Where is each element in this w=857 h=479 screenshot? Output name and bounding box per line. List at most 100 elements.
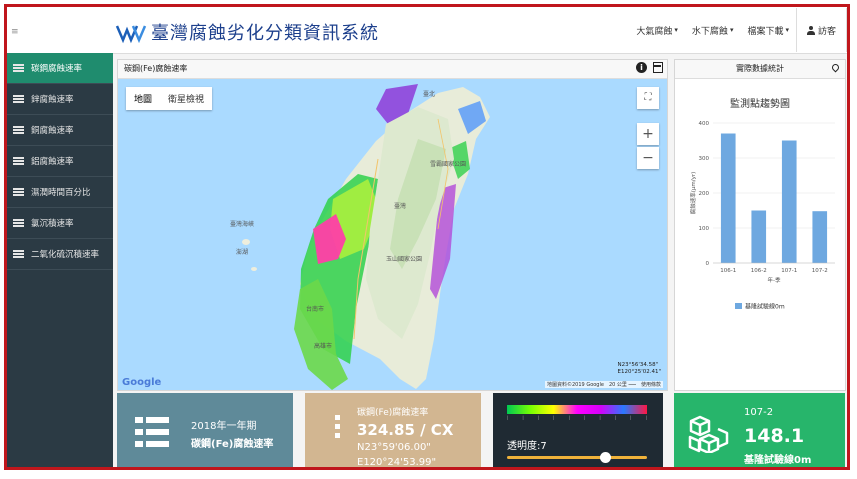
calendar-icon[interactable]	[653, 62, 663, 73]
y-axis-label: 腐蝕速率(μm/yr)	[689, 172, 697, 215]
list-icon	[13, 126, 24, 134]
place-label: 雪霸國家公園	[430, 161, 467, 168]
place-label: 玉山國家公園	[386, 256, 423, 263]
trend-chart: 監測點趨勢圖 0 100 200 300 400 腐蝕速率(μm/yr) 106-1 106-2…	[689, 97, 835, 311]
app-title: 臺灣腐蝕劣化分類資訊系統	[151, 23, 379, 44]
list-icon	[13, 219, 24, 227]
sidebar-item-label: 銅腐蝕速率	[31, 126, 74, 136]
color-scale-bar	[507, 405, 647, 414]
logo[interactable]: ≡ 臺灣腐蝕劣化分類資訊系統	[7, 7, 387, 53]
x-tick-label: 107-2	[812, 268, 828, 274]
y-tick-label: 400	[699, 121, 710, 127]
map-attribution[interactable]: 地圖資料©2019 Google 20 公里 ⎯⎯⎯ 使用條款	[545, 381, 663, 388]
slider-handle[interactable]	[599, 452, 611, 463]
station-name: 基隆試驗線0m	[744, 455, 812, 466]
sidebar-item-chloride[interactable]: 氯沉積速率	[7, 208, 113, 239]
place-label: 澎湖	[236, 249, 249, 256]
list-icon	[135, 417, 169, 447]
list-icon	[13, 157, 24, 165]
map-type-switch: 地圖 衛星檢視	[126, 87, 213, 110]
stats-panel-title: 實際數據統計	[736, 64, 784, 73]
nav-label: 檔案下載	[747, 26, 784, 37]
period-card: 2018年一年期 碳鋼(Fe)腐蝕速率	[117, 393, 293, 467]
map-view[interactable]: 臺北 雪霸國家公園 臺灣 玉山國家公園 台南市 高雄市 臺灣海峽 澎湖 地圖 衛…	[118, 79, 667, 390]
sidebar-item-carbon-steel[interactable]: 碳鋼腐蝕速率	[7, 53, 113, 84]
period-label: 2018年一年期	[191, 421, 257, 432]
place-label: 臺灣海峽	[230, 221, 255, 228]
map-type-map[interactable]: 地圖	[126, 87, 160, 110]
zoom-in-button[interactable]: +	[637, 123, 659, 145]
map-panel-title: 碳鋼(Fe)腐蝕速率	[124, 64, 188, 73]
island-small	[251, 267, 257, 271]
x-tick-label: 106-2	[751, 268, 767, 274]
stats-panel: 實際數據統計 監測點趨勢圖 0 100 200 300 400 腐蝕速率(μm/yr) 106…	[674, 59, 846, 391]
period-metric: 碳鋼(Fe)腐蝕速率	[191, 439, 274, 450]
station-card: 107-2 148.1 基隆試驗線0m	[674, 393, 845, 467]
sidebar-item-label: 鋁腐蝕速率	[31, 157, 74, 167]
value-lat: N23°59'06.00"	[357, 442, 431, 453]
logo-mark-icon	[115, 25, 147, 44]
user-icon	[806, 25, 815, 35]
x-tick-label: 106-1	[720, 268, 736, 274]
caret-down-icon: ▾	[674, 26, 678, 34]
value-number: 324.85 / CX	[357, 421, 454, 439]
menu-toggle-icon[interactable]: ≡	[11, 27, 19, 37]
value-label: 碳鋼(Fe)腐蝕速率	[357, 408, 429, 418]
place-label: 臺北	[423, 91, 436, 98]
top-header: ≡ 臺灣腐蝕劣化分類資訊系統 大氣腐蝕 ▾ 水下腐蝕 ▾ 檔案下載 ▾ 訪客	[7, 7, 847, 54]
cubes-icon	[688, 415, 729, 453]
info-icon[interactable]: i	[636, 62, 647, 73]
map-panel-header: 碳鋼(Fe)腐蝕速率 i	[118, 60, 667, 79]
sidebar-item-label: 氯沉積速率	[31, 219, 74, 229]
sidebar-item-copper[interactable]: 銅腐蝕速率	[7, 115, 113, 146]
sidebar-item-label: 濕潤時間百分比	[31, 188, 91, 198]
nav-underwater[interactable]: 水下腐蝕 ▾	[685, 7, 741, 53]
place-label: 台南市	[306, 306, 325, 313]
legend-label: 基隆試驗線0m	[745, 303, 785, 311]
sidebar: 碳鋼腐蝕速率 鋅腐蝕速率 銅腐蝕速率 鋁腐蝕速率 濕潤時間百分比 氯沉積速率 二…	[7, 53, 113, 467]
sidebar-item-wetness[interactable]: 濕潤時間百分比	[7, 177, 113, 208]
y-tick-label: 200	[699, 191, 710, 197]
list-icon	[13, 64, 24, 72]
list-icon	[13, 188, 24, 196]
y-tick-label: 0	[706, 261, 710, 267]
bar	[720, 133, 736, 263]
station-value: 148.1	[744, 425, 805, 447]
app-frame: ≡ 臺灣腐蝕劣化分類資訊系統 大氣腐蝕 ▾ 水下腐蝕 ▾ 檔案下載 ▾ 訪客 碳鋼腐蝕…	[4, 4, 850, 470]
visitor-button[interactable]: 訪客	[795, 8, 847, 52]
map-type-satellite[interactable]: 衛星檢視	[160, 87, 212, 110]
coord-lon: E120°25'02.41"	[617, 369, 661, 375]
bar	[812, 211, 828, 263]
fullscreen-icon[interactable]: ⛶	[637, 87, 659, 109]
coord-lat: N23°56'34.58"	[617, 362, 659, 368]
y-tick-label: 100	[699, 226, 710, 232]
sidebar-item-label: 二氧化硫沉積速率	[31, 250, 100, 260]
value-card: 碳鋼(Fe)腐蝕速率 324.85 / CX N23°59'06.00" E12…	[305, 393, 481, 468]
vertical-dots-icon	[335, 415, 341, 442]
sidebar-item-label: 鋅腐蝕速率	[31, 95, 74, 105]
stats-panel-header: 實際數據統計	[675, 60, 845, 79]
island-penghu	[242, 239, 250, 245]
top-nav: 大氣腐蝕 ▾ 水下腐蝕 ▾ 檔案下載 ▾ 訪客	[629, 7, 847, 53]
sidebar-item-aluminum[interactable]: 鋁腐蝕速率	[7, 146, 113, 177]
sidebar-item-so2[interactable]: 二氧化硫沉積速率	[7, 239, 113, 270]
nav-atmospheric[interactable]: 大氣腐蝕 ▾	[629, 7, 685, 53]
list-icon	[13, 250, 24, 258]
google-logo: Google	[122, 377, 162, 388]
opacity-slider[interactable]	[507, 452, 647, 463]
color-scale-ticks: | | | | | | | | | |	[507, 415, 647, 420]
nav-label: 大氣腐蝕	[636, 26, 673, 37]
nav-label: 水下腐蝕	[691, 26, 728, 37]
visitor-label: 訪客	[817, 26, 836, 37]
opacity-label: 透明度:7	[507, 441, 547, 452]
sidebar-item-label: 碳鋼腐蝕速率	[31, 64, 83, 74]
zoom-out-button[interactable]: −	[637, 147, 659, 169]
map-pin-icon[interactable]	[830, 62, 841, 73]
place-label: 臺灣	[394, 203, 407, 210]
legend-swatch	[735, 303, 742, 309]
map-canvas	[242, 84, 490, 390]
bar	[781, 140, 797, 263]
nav-download[interactable]: 檔案下載 ▾	[740, 7, 796, 53]
value-lon: E120°24'53.99"	[357, 457, 437, 468]
sidebar-item-zinc[interactable]: 鋅腐蝕速率	[7, 84, 113, 115]
